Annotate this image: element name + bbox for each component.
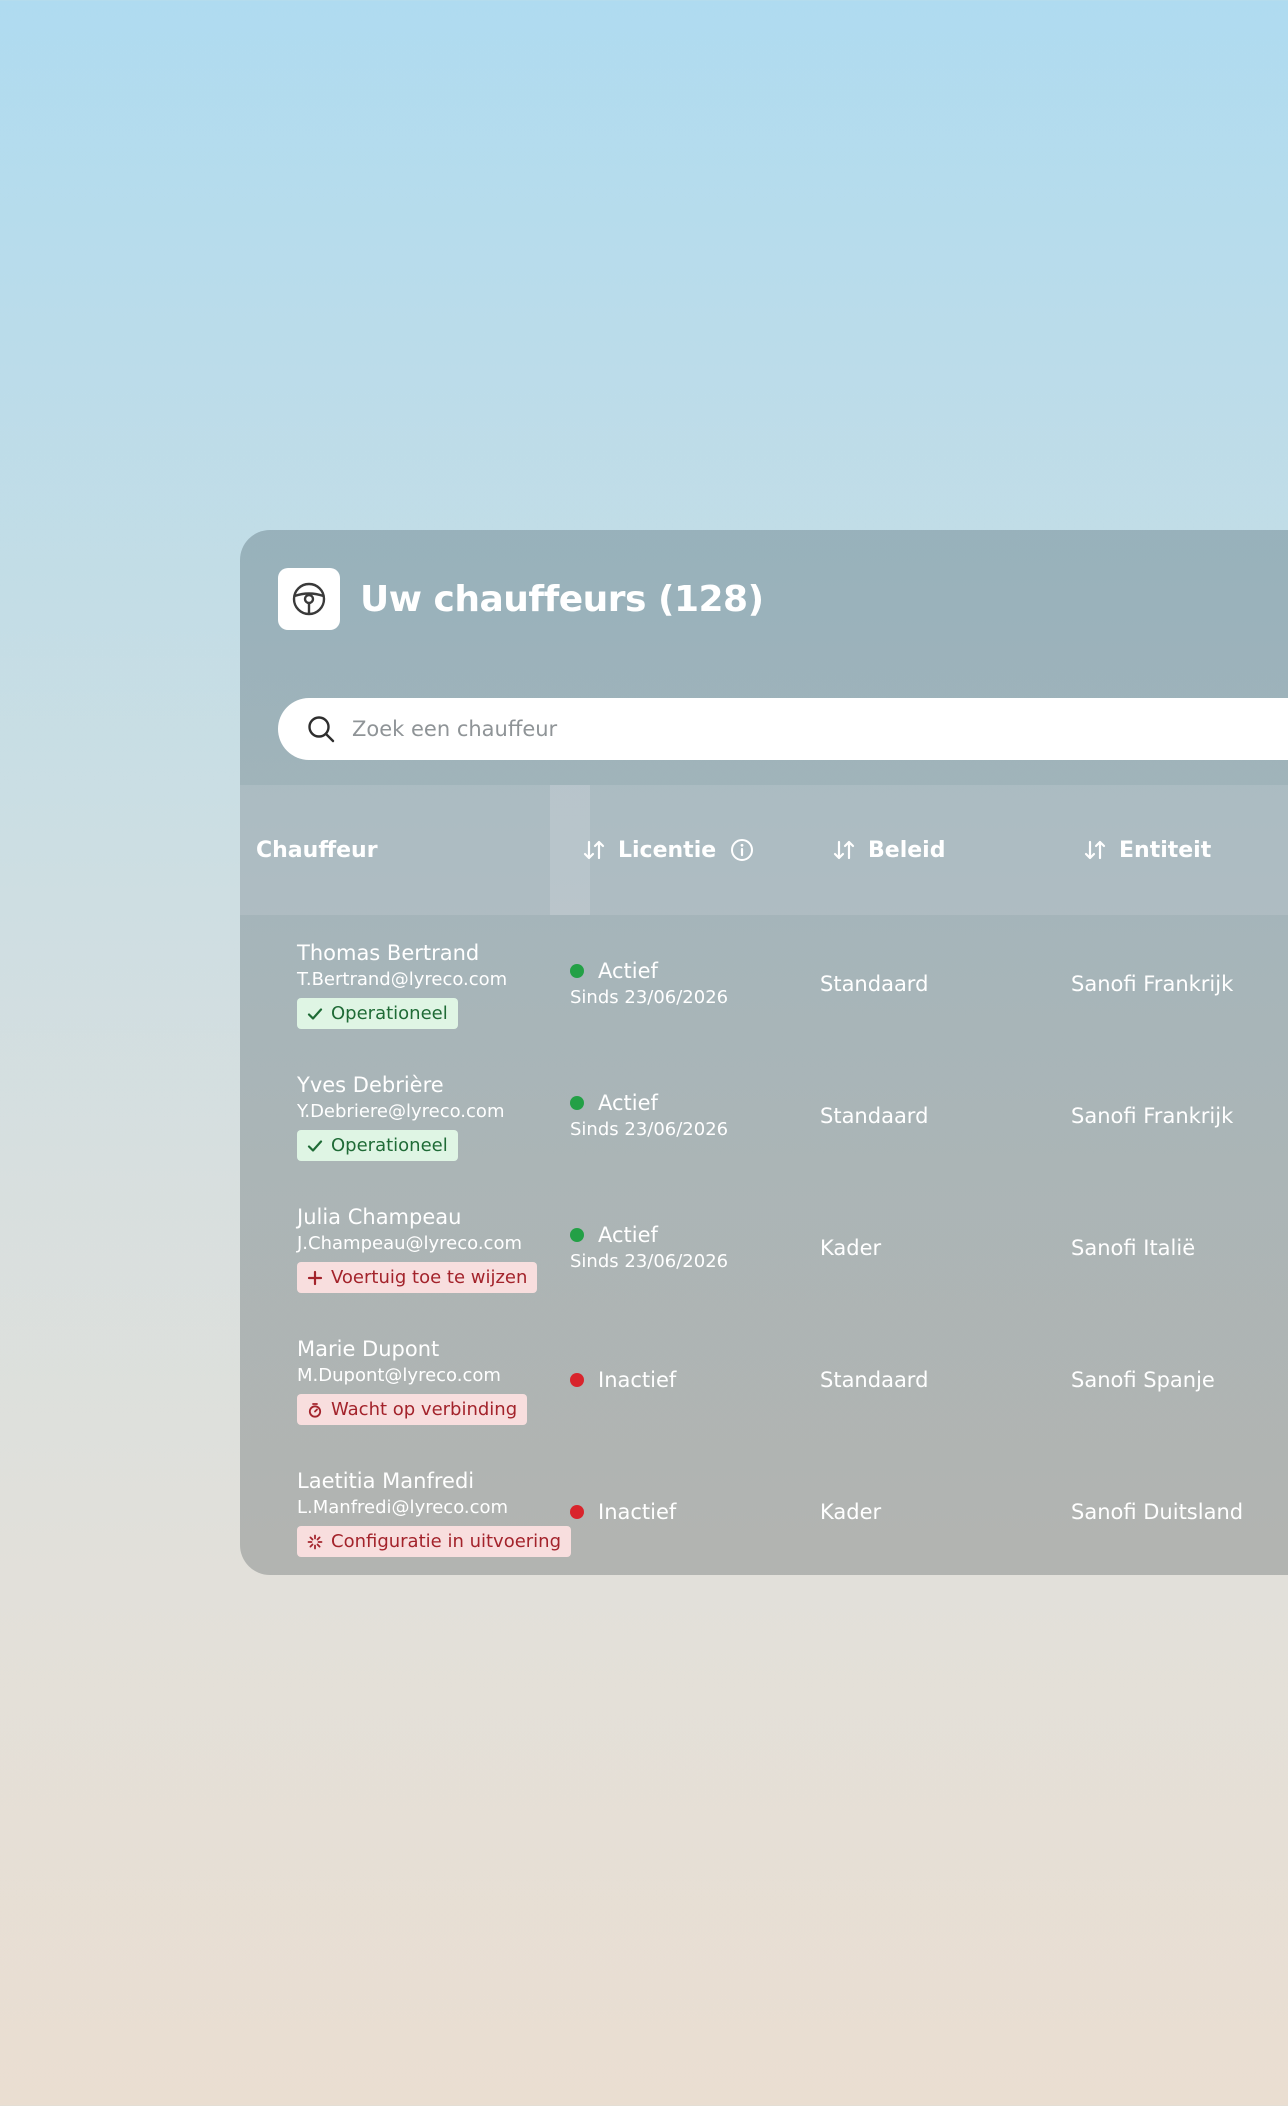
- steering-wheel-icon: [278, 568, 340, 630]
- entity-cell: Sanofi Duitsland: [1071, 1500, 1244, 1524]
- licence-status-label: Actief: [598, 959, 658, 983]
- driver-cell: Laetitia Manfredi L.Manfredi@lyreco.com: [297, 1468, 572, 1557]
- status-badge-label: Voertuig toe te wijzen: [331, 1267, 528, 1288]
- status-badge: Wacht op verbinding: [297, 1394, 528, 1425]
- page-title: Uw chauffeurs (128): [360, 578, 764, 620]
- info-icon[interactable]: [730, 838, 754, 862]
- licence-status: Actief: [570, 1221, 728, 1249]
- column-header-label: Chauffeur: [256, 837, 378, 863]
- entity-cell: Sanofi Italië: [1071, 1236, 1196, 1260]
- table-row[interactable]: Thomas Bertrand T.Bertrand@lyreco.com Op…: [240, 918, 1288, 1050]
- column-header-policy[interactable]: Beleid: [832, 785, 945, 915]
- policy-cell: Standaard: [820, 1104, 929, 1128]
- check-icon: [307, 1138, 323, 1154]
- status-dot: [570, 1505, 584, 1519]
- driver-name: Laetitia Manfredi: [297, 1469, 475, 1493]
- policy-cell: Standaard: [820, 1368, 929, 1392]
- driver-name: Julia Champeau: [297, 1205, 462, 1229]
- status-badge: Operationeel: [297, 998, 458, 1029]
- column-header-entity[interactable]: Entiteit: [1083, 785, 1211, 915]
- status-dot: [570, 1373, 584, 1387]
- sort-icon[interactable]: [582, 838, 606, 862]
- licence-status-label: Actief: [598, 1091, 658, 1115]
- status-dot: [570, 1228, 584, 1242]
- table-row[interactable]: Marie Dupont M.Dupont@lyreco.com Wacht o…: [240, 1314, 1288, 1446]
- licence-since: Sinds 23/06/2026: [570, 1251, 729, 1272]
- drivers-panel: Uw chauffeurs (128) Chauffeur Licentie: [240, 530, 1288, 1575]
- entity-cell: Sanofi Frankrijk: [1071, 972, 1234, 996]
- driver-name: Yves Debrière: [297, 1073, 444, 1097]
- driver-email: J.Champeau@lyreco.com: [297, 1233, 522, 1254]
- table-row[interactable]: Julia Champeau J.Champeau@lyreco.com Voe…: [240, 1182, 1288, 1314]
- table-row[interactable]: Yves Debrière Y.Debriere@lyreco.com Oper…: [240, 1050, 1288, 1182]
- status-badge: Operationeel: [297, 1130, 458, 1161]
- status-badge-label: Configuratie in uitvoering: [331, 1531, 562, 1552]
- driver-cell: Yves Debrière Y.Debriere@lyreco.com Oper…: [297, 1072, 504, 1161]
- licence-status: Actief: [570, 1089, 728, 1117]
- driver-email: T.Bertrand@lyreco.com: [297, 969, 508, 990]
- driver-name: Thomas Bertrand: [297, 941, 480, 965]
- column-header-driver: Chauffeur: [256, 785, 378, 915]
- licence-cell: Actief Sinds 23/06/2026: [570, 1050, 728, 1182]
- status-badge-label: Operationeel: [331, 1135, 448, 1156]
- column-header-licence[interactable]: Licentie: [582, 785, 754, 915]
- plus-icon: [307, 1270, 323, 1286]
- driver-cell: Marie Dupont M.Dupont@lyreco.com Wacht o…: [297, 1336, 528, 1425]
- status-dot: [570, 1096, 584, 1110]
- licence-status: Inactief: [570, 1498, 676, 1526]
- stopwatch-icon: [307, 1402, 323, 1418]
- status-badge: Configuratie in uitvoering: [297, 1526, 572, 1557]
- licence-status-label: Actief: [598, 1223, 658, 1247]
- licence-since: Sinds 23/06/2026: [570, 1119, 729, 1140]
- driver-email: M.Dupont@lyreco.com: [297, 1365, 501, 1386]
- driver-cell: Thomas Bertrand T.Bertrand@lyreco.com Op…: [297, 940, 507, 1029]
- check-icon: [307, 1006, 323, 1022]
- licence-cell: Inactief: [570, 1314, 676, 1446]
- column-header-label: Entiteit: [1119, 837, 1212, 863]
- licence-status: Inactief: [570, 1366, 676, 1394]
- status-badge: Voertuig toe te wijzen: [297, 1262, 538, 1293]
- driver-cell: Julia Champeau J.Champeau@lyreco.com Voe…: [297, 1204, 538, 1293]
- table-header: Chauffeur Licentie Beleid Entiteit: [240, 785, 1288, 915]
- driver-name: Marie Dupont: [297, 1337, 440, 1361]
- column-header-label: Beleid: [868, 837, 946, 863]
- licence-since: Sinds 23/06/2026: [570, 987, 729, 1008]
- policy-cell: Standaard: [820, 972, 929, 996]
- sort-icon[interactable]: [832, 838, 856, 862]
- entity-cell: Sanofi Frankrijk: [1071, 1104, 1234, 1128]
- spinner-icon: [307, 1534, 323, 1550]
- table-row[interactable]: Laetitia Manfredi L.Manfredi@lyreco.com: [240, 1446, 1288, 1575]
- search-bar[interactable]: [278, 698, 1288, 760]
- entity-cell: Sanofi Spanje: [1071, 1368, 1215, 1392]
- status-dot: [570, 964, 584, 978]
- licence-cell: Actief Sinds 23/06/2026: [570, 1182, 728, 1314]
- sort-icon[interactable]: [1083, 838, 1107, 862]
- status-badge-label: Wacht op verbinding: [331, 1399, 518, 1420]
- licence-status-label: Inactief: [598, 1500, 677, 1524]
- licence-cell: Actief Sinds 23/06/2026: [570, 918, 728, 1050]
- search-icon: [306, 714, 336, 744]
- search-input[interactable]: [350, 716, 1254, 742]
- policy-cell: Kader: [820, 1500, 882, 1524]
- licence-status: Actief: [570, 957, 728, 985]
- panel-header: Uw chauffeurs (128): [278, 568, 764, 630]
- driver-email: L.Manfredi@lyreco.com: [297, 1497, 509, 1518]
- column-header-label: Licentie: [618, 837, 717, 863]
- policy-cell: Kader: [820, 1236, 882, 1260]
- licence-cell: Inactief: [570, 1446, 676, 1575]
- status-badge-label: Operationeel: [331, 1003, 448, 1024]
- driver-email: Y.Debriere@lyreco.com: [297, 1101, 505, 1122]
- licence-status-label: Inactief: [598, 1368, 677, 1392]
